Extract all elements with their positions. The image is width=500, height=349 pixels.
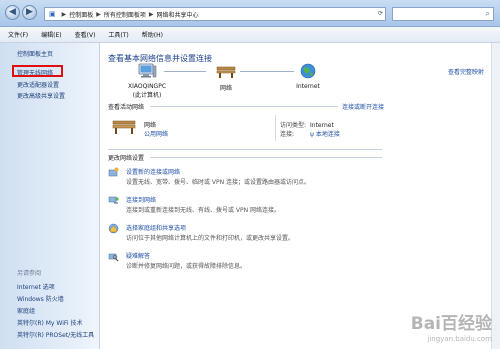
address-home-icon: ▣ (49, 10, 56, 18)
menu-help[interactable]: 帮助(H) (142, 30, 163, 39)
forward-button[interactable]: ▶ (22, 5, 37, 20)
section-divider (108, 149, 382, 150)
troubleshoot-link[interactable]: 疑难解答 (126, 251, 150, 260)
active-network-name: 网络 (144, 122, 157, 129)
connection-row: 连接: ψ 本地连接 (280, 129, 340, 138)
bench-network-icon (112, 120, 136, 134)
main-panel: 查看基本网络信息并设置连接 查看完整映射 XIAOQINGPC (此计算机) 网… (100, 43, 500, 349)
search-icon[interactable]: ⌕ (486, 9, 490, 19)
view-full-map-link[interactable]: 查看完整映射 (448, 67, 484, 76)
menu-tools[interactable]: 工具(T) (108, 30, 128, 39)
sidebar-item-adapter-settings[interactable]: 更改适配器设置 (17, 80, 59, 89)
setup-connection-link[interactable]: 设置新的连接或网络 (126, 167, 180, 176)
see-also-homegroup[interactable]: 家庭组 (17, 306, 35, 315)
sidebar: 控制面板主页 管理无线网络 更改适配器设置 更改高级共享设置 另请参阅 Inte… (0, 43, 100, 349)
new-connection-icon (108, 167, 119, 177)
menu-file[interactable]: 文件(F) (8, 30, 28, 39)
access-type-label: 访问类型: (280, 122, 307, 129)
see-also-proset[interactable]: 英特尔(R) PROSet/无线工具 (17, 330, 94, 339)
network-type-link[interactable]: 公用网络 (144, 129, 168, 138)
address-segment-control-panel[interactable]: 控制面板 (69, 10, 93, 19)
title-bar: ◀ ▶ ▣ ▶ 控制面板 ▶ 所有控制面板项 ▶ 网络和共享中心 ⟳ ⌕ (0, 0, 500, 27)
highlight-box (12, 65, 63, 77)
computer-sub: (此计算机) (132, 92, 162, 99)
back-button[interactable]: ◀ (5, 5, 20, 20)
local-connection-link[interactable]: 本地连接 (316, 131, 340, 138)
link-line (240, 71, 294, 72)
see-also-firewall[interactable]: Windows 防火墙 (17, 294, 64, 303)
connect-network-desc: 连接到或重新连接到无线、有线、拨号或 VPN 网络连接。 (126, 207, 281, 214)
forward-arrow-icon: ▶ (26, 7, 33, 17)
access-type-value: Internet (310, 122, 334, 129)
connect-disconnect-link[interactable]: 连接或断开连接 (342, 102, 384, 111)
address-separator: ▶ (61, 10, 67, 18)
section-divider (150, 106, 338, 107)
troubleshoot-desc: 诊断并修复网络问题，或获得故障排除信息。 (126, 263, 247, 270)
menu-bar: 文件(F) 编辑(E) 查看(V) 工具(T) 帮助(H) (0, 27, 500, 43)
homegroup-icon (108, 223, 119, 234)
connect-network-icon (108, 196, 119, 204)
section-divider (150, 157, 382, 158)
computer-icon (138, 63, 157, 78)
change-settings-title: 更改网络设置 (108, 155, 145, 162)
computer-node: XIAOQINGPC (此计算机) (124, 63, 170, 99)
globe-icon (300, 63, 316, 79)
access-type-row: 访问类型: Internet (280, 120, 334, 129)
network-node: 网络 (208, 63, 244, 92)
setup-connection-desc: 设置无线、宽带、拨号、临时或 VPN 连接；或设置路由器或访问点。 (126, 179, 311, 186)
address-segment-network-center[interactable]: 网络和共享中心 (157, 10, 199, 19)
address-separator: ▶ (96, 10, 101, 18)
homegroup-sharing-link[interactable]: 选择家庭组和共享选项 (126, 223, 186, 232)
menu-edit[interactable]: 编辑(E) (41, 30, 61, 39)
active-networks-title: 查看活动网络 (108, 104, 145, 111)
homegroup-sharing-desc: 访问位于其他网络计算机上的文件和打印机，或更改共享设置。 (126, 235, 295, 242)
baidu-watermark: Bai百经验 jingyan.baidu.com (411, 309, 492, 343)
see-also-my-wifi[interactable]: 英特尔(R) My WiFi 技术 (17, 318, 82, 327)
bench-network-icon (216, 66, 236, 78)
internet-name: Internet (296, 83, 320, 90)
address-segment-all-items[interactable]: 所有控制面板项 (104, 10, 146, 19)
sidebar-item-advanced-sharing[interactable]: 更改高级共享设置 (17, 91, 65, 100)
connect-network-link[interactable]: 连接到网络 (126, 195, 156, 204)
vertical-divider (275, 115, 276, 141)
watermark-url: jingyan.baidu.com (427, 335, 492, 343)
internet-node: Internet (290, 63, 326, 90)
computer-name: XIAOQINGPC (127, 83, 167, 90)
address-bar[interactable]: ▣ ▶ 控制面板 ▶ 所有控制面板项 ▶ 网络和共享中心 ⟳ (44, 7, 386, 21)
refresh-icon[interactable]: ⟳ (378, 10, 383, 17)
connection-label: 连接: (280, 131, 295, 138)
see-also-internet-options[interactable]: Internet 选项 (17, 282, 55, 291)
see-also-title: 另请参阅 (17, 270, 42, 277)
back-arrow-icon: ◀ (9, 7, 16, 17)
network-name: 网络 (219, 85, 232, 92)
right-edge (491, 43, 500, 349)
troubleshoot-icon (108, 253, 119, 262)
sidebar-control-panel-home[interactable]: 控制面板主页 (17, 49, 53, 58)
watermark-logo: Bai百经验 (410, 314, 492, 334)
menu-view[interactable]: 查看(V) (75, 30, 96, 39)
address-separator: ▶ (148, 10, 154, 18)
search-input[interactable]: ⌕ (392, 7, 494, 21)
link-line (164, 71, 206, 72)
